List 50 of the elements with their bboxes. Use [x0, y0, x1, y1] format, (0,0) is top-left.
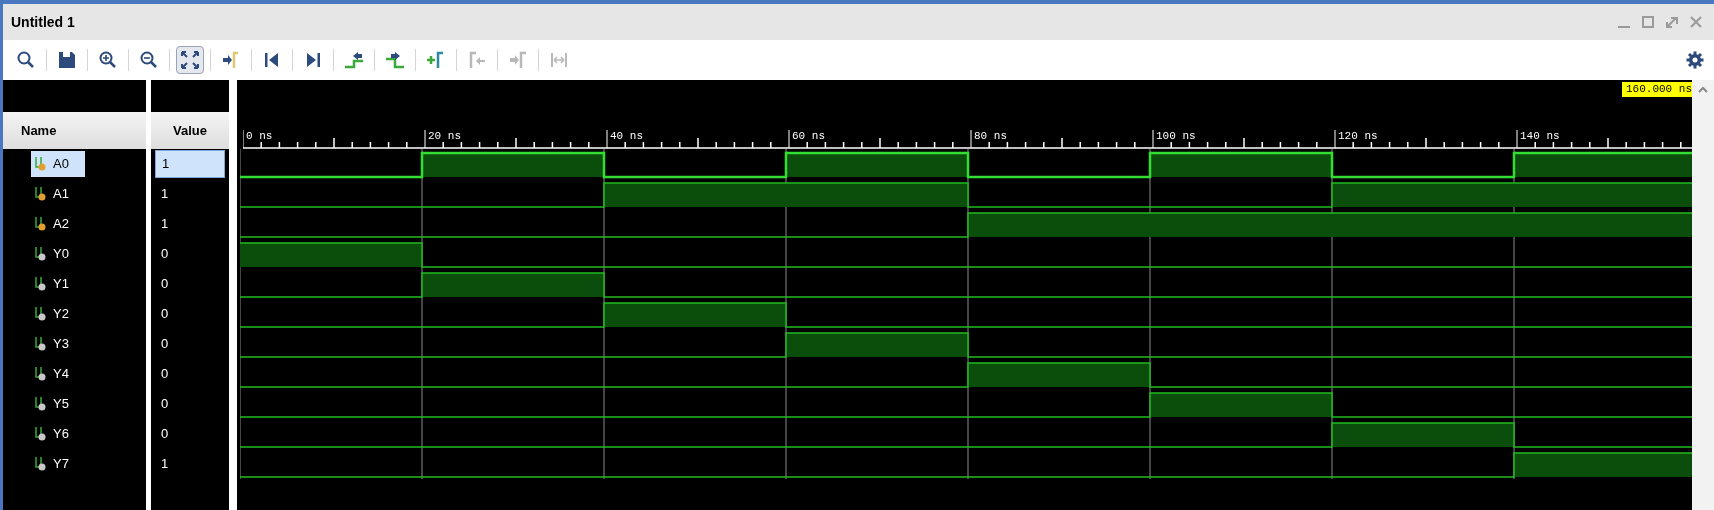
- signal-name[interactable]: Y2: [31, 301, 85, 327]
- time-label: 80 ns: [974, 131, 1007, 142]
- column-header[interactable]: Value: [151, 112, 229, 149]
- signal-value: 1: [160, 215, 170, 234]
- signal-value: 0: [160, 245, 170, 264]
- zoom-out-icon: [139, 50, 159, 70]
- time-label: 100 ns: [1156, 131, 1196, 142]
- signal-name[interactable]: Y4: [31, 361, 85, 387]
- zoom-in-icon: [98, 50, 118, 70]
- cursor-time-label: 160.000 ns: [1622, 82, 1692, 97]
- signal-value: 0: [160, 275, 170, 294]
- time-label: 60 ns: [792, 131, 825, 142]
- time-label: 0 ns: [246, 131, 273, 142]
- swap-markers-icon: [549, 50, 569, 70]
- signal-name[interactable]: A2: [31, 211, 85, 237]
- signal-value: 0: [160, 395, 170, 414]
- prev-marker-icon: [467, 50, 487, 70]
- time-label: 40 ns: [610, 131, 643, 142]
- time-label: 120 ns: [1338, 131, 1378, 142]
- signal-value: 1: [155, 150, 225, 178]
- column-header[interactable]: Name: [3, 112, 146, 149]
- window-title: Untitled 1: [11, 12, 75, 32]
- save-icon: [57, 50, 77, 70]
- next-transition-icon: [385, 50, 405, 70]
- signal-name[interactable]: A1: [31, 181, 85, 207]
- signal-name[interactable]: A0: [31, 151, 85, 177]
- signal-value: 1: [160, 455, 170, 474]
- signal-value: 0: [160, 335, 170, 354]
- settings-icon[interactable]: [1686, 51, 1704, 69]
- go-cursor-icon: [221, 50, 241, 70]
- signal-name[interactable]: Y5: [31, 391, 85, 417]
- signal-name[interactable]: Y6: [31, 421, 85, 447]
- signal-value: 0: [160, 365, 170, 384]
- next-marker-icon: [508, 50, 528, 70]
- signal-name[interactable]: Y7: [31, 451, 85, 477]
- signal-value: 0: [160, 305, 170, 324]
- scrollbar[interactable]: [1692, 80, 1714, 510]
- fit-button[interactable]: [176, 46, 204, 74]
- signal-name[interactable]: Y0: [31, 241, 85, 267]
- signal-name[interactable]: Y1: [31, 271, 85, 297]
- prev-transition-icon: [344, 50, 364, 70]
- time-label: 20 ns: [428, 131, 461, 142]
- search-icon: [16, 50, 36, 70]
- time-label: 140 ns: [1520, 131, 1560, 142]
- signal-value: 1: [160, 185, 170, 204]
- fit-icon: [180, 50, 200, 70]
- signal-name[interactable]: Y3: [31, 331, 85, 357]
- signal-value: 0: [160, 425, 170, 444]
- scroll-up-icon[interactable]: [1698, 86, 1708, 93]
- add-marker-icon: [426, 50, 446, 70]
